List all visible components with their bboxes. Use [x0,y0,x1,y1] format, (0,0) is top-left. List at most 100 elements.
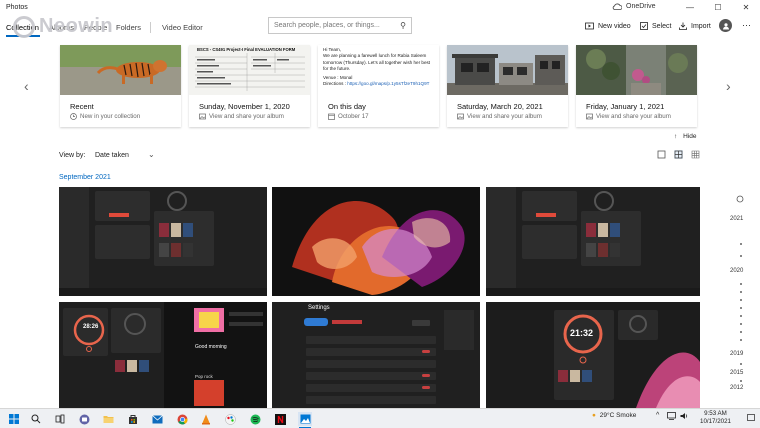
onedrive-status[interactable]: OneDrive [612,3,656,10]
taskbar-date: 10/17/2021 [700,418,731,425]
message-line: for the future. [323,66,351,72]
memory-subtitle-text: New in your collection [80,113,141,120]
memory-subtitle: View and share your album [199,113,284,120]
photo-tile[interactable]: 28:26 Good morning Pop rock [59,302,267,408]
search-icon[interactable] [30,413,42,425]
import-icon [679,22,687,30]
large-tiles-icon[interactable] [657,150,666,159]
hide-memories-button[interactable]: ↑ Hide [674,133,696,140]
memory-title: Saturday, March 20, 2021 [457,102,543,111]
notification-icon[interactable] [747,414,755,424]
window-controls: — ☐ ✕ [676,0,760,14]
next-chevron-icon[interactable]: › [726,78,731,94]
chevron-down-icon[interactable]: ⌄ [148,150,155,159]
chrome-icon[interactable] [176,413,188,425]
medium-tiles-icon[interactable] [674,150,683,159]
tab-video-editor[interactable]: Video Editor [162,23,203,32]
weather-text: 29°C Smoke [599,412,637,419]
previous-chevron-icon[interactable]: ‹ [24,78,29,94]
select-icon [640,22,648,30]
small-tiles-icon[interactable] [691,150,700,159]
weather-widget[interactable]: ● 29°C Smoke [592,412,636,419]
timeline-handle-icon[interactable] [736,195,744,203]
memory-subtitle: October 17 [328,113,369,120]
directions-label: Directions : [323,81,348,87]
arrow-up-icon: ↑ [674,133,678,140]
album-icon [586,113,593,120]
date-timeline-scrubber[interactable]: 2021 2020 2019 2015 2012 [730,195,754,400]
timeline-tick [740,243,742,245]
timeline-tick [740,363,742,365]
file-explorer-icon[interactable] [102,413,114,425]
search-placeholder: Search people, places, or things... [274,22,380,29]
timeline-year[interactable]: 2020 [730,268,743,274]
timeline-year[interactable]: 2019 [730,351,743,357]
close-button[interactable]: ✕ [732,0,760,14]
minimize-button[interactable]: — [676,0,704,14]
memory-card-jan-2021[interactable]: Friday, January 1, 2021 View and share y… [576,45,697,127]
memory-title: Friday, January 1, 2021 [586,102,665,111]
start-windows-icon[interactable] [8,413,20,425]
search-input[interactable]: Search people, places, or things... ⚲ [268,17,412,34]
clock-and-spotify-screenshot [59,302,267,408]
photo-tile[interactable] [59,187,267,296]
photo-tile[interactable]: 21:32 [486,302,700,408]
select-label: Select [652,22,672,30]
new-video-button[interactable]: New video [585,22,631,30]
memory-card-on-this-day[interactable]: Hi Team, We are planning a farewell lunc… [318,45,439,127]
timeline-year[interactable]: 2021 [730,216,743,222]
teams-chat-icon[interactable] [78,413,90,425]
mail-icon[interactable] [151,413,163,425]
network-icon[interactable] [667,412,676,422]
photos-app-icon[interactable] [298,412,312,426]
memory-subtitle: New in your collection [70,113,140,120]
app-title: Photos [6,4,28,11]
view-size-toggle [657,150,700,159]
timeline-tick [740,323,742,325]
memory-card-recent[interactable]: Recent New in your collection [60,45,181,127]
abstract-wallpaper [272,187,480,296]
vlc-icon[interactable] [200,413,212,425]
memory-card-mar-2021[interactable]: Saturday, March 20, 2021 View and share … [447,45,568,127]
house-thumbnail [447,45,568,95]
garden-illustration [576,45,697,95]
select-button[interactable]: Select [640,22,671,30]
nav-separator [150,22,151,33]
more-options-icon[interactable]: ⋯ [742,20,751,31]
task-view-icon[interactable] [54,413,66,425]
view-by-dropdown[interactable]: Date taken [95,152,129,159]
memory-card-nov-2020[interactable]: BSCS - CS491 Project-I Final EVALUATION … [189,45,310,127]
onedrive-label: OneDrive [626,3,656,10]
timeline-year[interactable]: 2015 [730,370,743,376]
hide-label: Hide [683,133,697,140]
watermark-text: Neowin [39,15,114,37]
netflix-icon[interactable] [274,413,286,425]
timeline-year[interactable]: 2012 [730,385,743,391]
timeline-tick [740,299,742,301]
photo-tile[interactable] [486,187,700,296]
photo-tile[interactable] [272,187,480,296]
chevron-up-icon[interactable]: ^ [656,412,659,419]
message-line: We are planning a farewell lunch for Rab… [323,53,427,59]
garden-thumbnail [576,45,697,95]
store-icon[interactable] [127,413,139,425]
search-icon[interactable]: ⚲ [400,21,406,30]
clock-date-display[interactable]: 9:53 AM 10/17/2021 [700,410,731,426]
title-bar: Photos OneDrive — ☐ ✕ [0,0,760,16]
photo-tile[interactable]: Settings [272,302,480,408]
dark-app-screenshot [486,187,700,296]
spotify-icon[interactable] [249,413,261,425]
timeline-tick [740,283,742,285]
memory-title: Recent [70,102,94,111]
volume-icon[interactable] [680,412,689,422]
paint-icon[interactable] [224,413,236,425]
memory-title: Sunday, November 1, 2020 [199,102,290,111]
tab-folders[interactable]: Folders [116,23,141,32]
album-icon [457,113,464,120]
new-video-icon [585,22,594,30]
account-avatar[interactable] [719,19,732,32]
import-button[interactable]: Import [679,22,711,30]
maximize-button[interactable]: ☐ [704,0,732,14]
message-directions: Directions : https://goo.gl/maps/p.1y5sT… [323,81,434,87]
house-illustration [447,45,568,95]
